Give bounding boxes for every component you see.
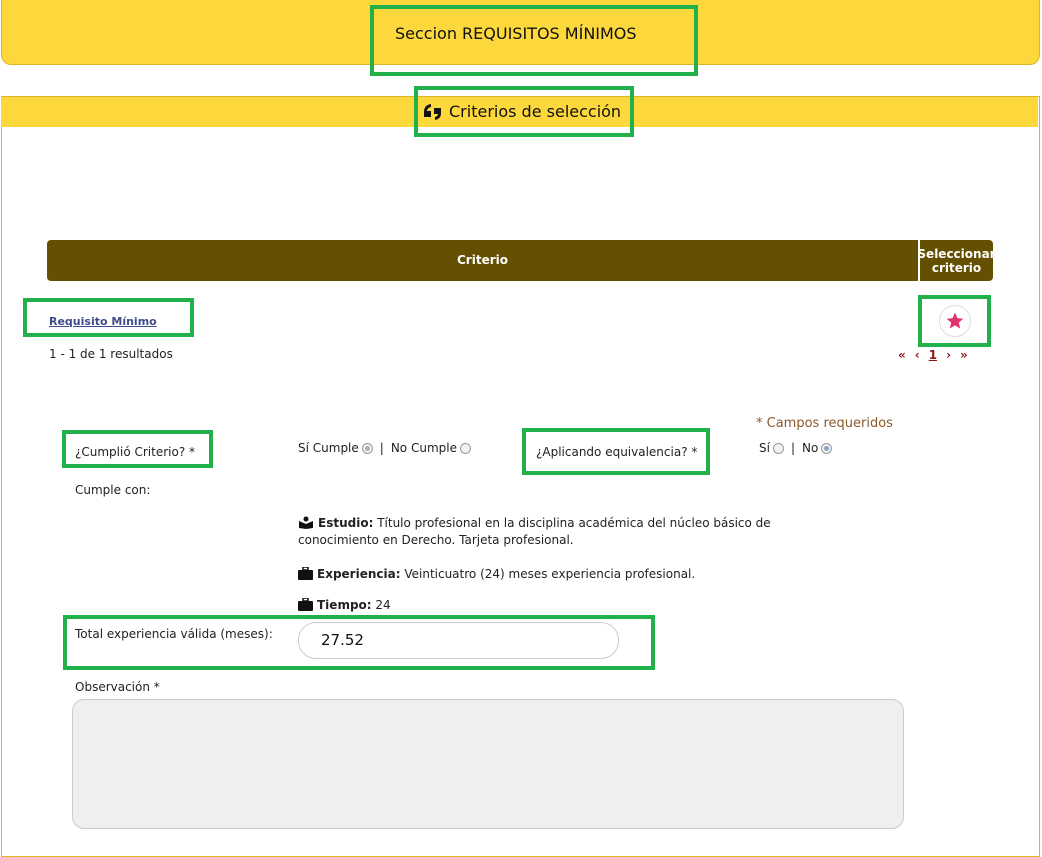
pager-first[interactable]: «: [898, 348, 906, 362]
criteria-panel-title: Criterios de selección: [423, 102, 621, 121]
tiempo-value: 24: [375, 598, 391, 612]
required-fields-note: * Campos requeridos: [756, 416, 893, 431]
estudio-paragraph: Estudio: Título profesional en la discip…: [298, 515, 818, 549]
si-cumple-label: Sí Cumple: [298, 441, 359, 455]
si-label: Sí: [759, 441, 770, 455]
book-reader-icon: [299, 516, 313, 529]
equivalencia-label: ¿Aplicando equivalencia? *: [536, 445, 698, 459]
column-header-criterio: Criterio: [47, 240, 918, 281]
pager-last[interactable]: »: [960, 348, 968, 362]
si-radio[interactable]: [772, 442, 784, 454]
observacion-textarea[interactable]: [72, 699, 904, 829]
total-experiencia-input[interactable]: 27.52: [298, 622, 619, 659]
select-criterio-button[interactable]: [939, 305, 971, 337]
estudio-label: Estudio:: [318, 516, 374, 530]
pager-prev[interactable]: ‹: [915, 348, 920, 362]
criteria-panel-title-text: Criterios de selección: [449, 102, 622, 121]
results-count: 1 - 1 de 1 resultados: [49, 347, 173, 361]
experiencia-text: Veinticuatro (24) meses experiencia prof…: [404, 567, 696, 581]
no-cumple-label: No Cumple: [390, 441, 457, 455]
quote-icon: [424, 103, 441, 120]
column-header-seleccionar: Seleccionar criterio: [917, 240, 996, 281]
section-title: Seccion REQUISITOS MÍNIMOS: [395, 24, 637, 43]
cumplio-criterio-label: ¿Cumplió Criterio? *: [75, 445, 196, 459]
tiempo-label: Tiempo:: [317, 598, 372, 612]
no-radio[interactable]: [821, 442, 833, 454]
tiempo-paragraph: Tiempo: 24: [298, 597, 818, 614]
experiencia-paragraph: Experiencia: Veinticuatro (24) meses exp…: [298, 566, 818, 583]
si-cumple-radio[interactable]: [361, 442, 373, 454]
separator-2: |: [790, 441, 795, 455]
no-label: No: [802, 441, 819, 455]
observacion-label: Observación *: [75, 680, 160, 694]
briefcase-icon: [298, 567, 313, 580]
no-cumple-radio[interactable]: [459, 442, 471, 454]
briefcase-icon: [298, 598, 313, 611]
cumplio-radio-group: Sí Cumple | No Cumple: [298, 441, 471, 455]
experiencia-label: Experiencia:: [317, 567, 401, 581]
requisito-minimo-link[interactable]: Requisito Mínimo: [49, 315, 157, 328]
column-header-seleccionar-line1: Seleccionar: [917, 246, 996, 261]
pagination: « ‹ 1 › »: [898, 348, 968, 362]
column-header-seleccionar-line2: criterio: [931, 260, 982, 275]
cumple-con-label: Cumple con:: [75, 483, 151, 497]
total-experiencia-label: Total experiencia válida (meses):: [75, 627, 273, 641]
equivalencia-radio-group: Sí | No: [759, 441, 833, 455]
star-icon: [946, 312, 964, 329]
pager-next[interactable]: ›: [946, 348, 951, 362]
separator: |: [379, 441, 384, 455]
pager-current[interactable]: 1: [929, 348, 937, 362]
